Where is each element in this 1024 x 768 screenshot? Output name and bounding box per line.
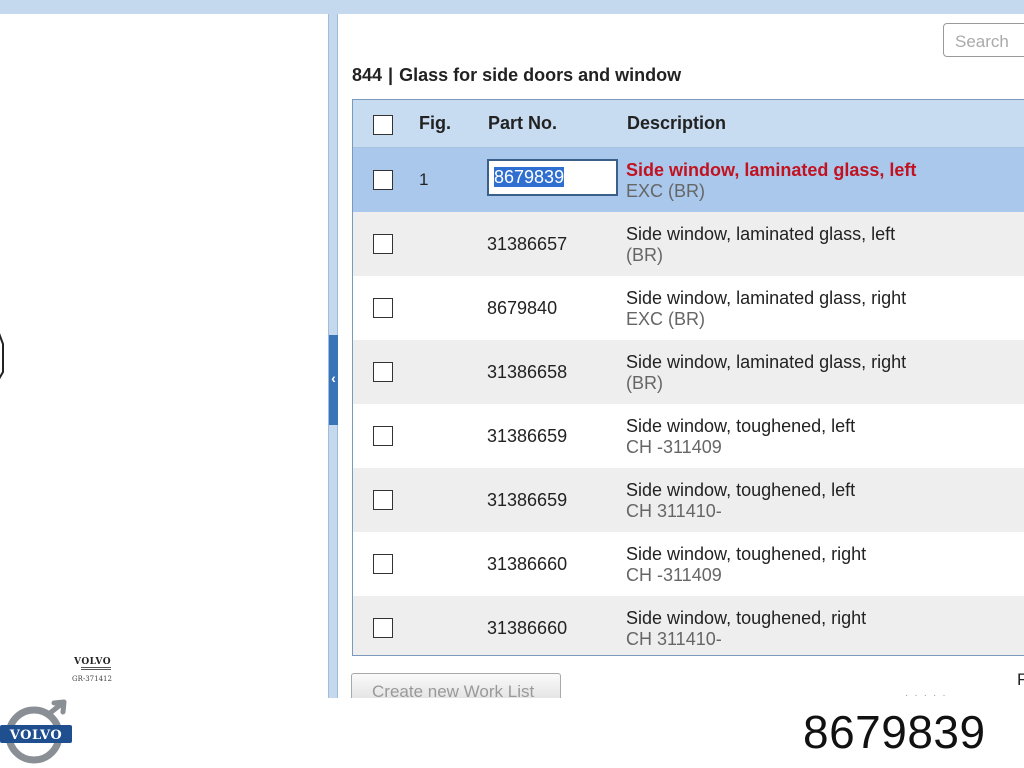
description-note: CH 311410- bbox=[626, 501, 722, 521]
selected-part-number: 8679839 bbox=[494, 167, 565, 187]
svg-text:VOLVO: VOLVO bbox=[9, 728, 62, 743]
description-text: Side window, toughened, left bbox=[626, 416, 856, 436]
row-checkbox[interactable] bbox=[373, 170, 393, 190]
part-number[interactable]: 31386659 bbox=[487, 426, 567, 447]
description-note: CH 311410- bbox=[626, 629, 722, 649]
parts-table: Fig. Part No. Description 1 8679839 Side… bbox=[352, 99, 1024, 656]
description-note: CH -311409 bbox=[626, 565, 722, 585]
diagram-stamp-rule bbox=[81, 667, 111, 670]
diagram-drawing-code: GR-371412 bbox=[72, 675, 112, 683]
table-row[interactable]: 31386657 Side window, laminated glass, l… bbox=[353, 212, 1024, 276]
section-name: Glass for side doors and window bbox=[399, 65, 682, 85]
table-row[interactable]: 31386659 Side window, toughened, left CH… bbox=[353, 468, 1024, 532]
description-text: Side window, toughened, left bbox=[626, 480, 856, 500]
table-row[interactable]: 31386658 Side window, laminated glass, r… bbox=[353, 340, 1024, 404]
column-header-description[interactable]: Description bbox=[627, 113, 726, 134]
description-note: EXC (BR) bbox=[626, 309, 706, 329]
part-description: Side window, laminated glass, right (BR) bbox=[626, 352, 906, 394]
column-header-fig[interactable]: Fig. bbox=[419, 113, 451, 134]
row-checkbox[interactable] bbox=[373, 362, 393, 382]
part-description: Side window, laminated glass, right EXC … bbox=[626, 288, 906, 330]
section-code: 844 bbox=[352, 65, 383, 85]
description-text: Side window, toughened, right bbox=[626, 608, 867, 628]
description-text: Side window, toughened, right bbox=[626, 544, 867, 564]
description-text: Side window, laminated glass, right bbox=[626, 352, 907, 372]
description-text: Side window, laminated glass, right bbox=[626, 288, 907, 308]
table-row[interactable]: 31386659 Side window, toughened, left CH… bbox=[353, 404, 1024, 468]
table-row[interactable]: 31386660 Side window, toughened, right C… bbox=[353, 596, 1024, 655]
description-text: Side window, laminated glass, left bbox=[626, 224, 896, 244]
row-checkbox[interactable] bbox=[373, 618, 393, 638]
table-row[interactable]: 31386660 Side window, toughened, right C… bbox=[353, 532, 1024, 596]
description-note: (BR) bbox=[626, 245, 663, 265]
collapse-panel-button[interactable]: ‹ bbox=[329, 335, 338, 425]
truncated-edge-text: F bbox=[1017, 670, 1024, 689]
column-header-part-no[interactable]: Part No. bbox=[488, 113, 557, 134]
part-description: Side window, toughened, left CH -311409 bbox=[626, 416, 855, 458]
diagram-pane bbox=[0, 14, 328, 698]
part-description: Side window, toughened, right CH 311410- bbox=[626, 608, 866, 650]
part-number[interactable]: 31386660 bbox=[487, 554, 567, 575]
row-checkbox[interactable] bbox=[373, 298, 393, 318]
select-all-checkbox[interactable] bbox=[373, 115, 393, 135]
description-note: EXC (BR) bbox=[626, 181, 706, 201]
part-description: Side window, toughened, left CH 311410- bbox=[626, 480, 855, 522]
part-number-caption: 8679839 bbox=[803, 706, 986, 758]
section-title: 844 | Glass for side doors and window bbox=[352, 65, 681, 86]
fig-number: 1 bbox=[419, 170, 429, 189]
part-description: Side window, laminated glass, left EXC (… bbox=[626, 160, 916, 202]
part-description: Side window, laminated glass, left (BR) bbox=[626, 224, 895, 266]
row-checkbox[interactable] bbox=[373, 490, 393, 510]
part-number[interactable]: 31386657 bbox=[487, 234, 567, 255]
table-row[interactable]: 1 8679839 Side window, laminated glass, … bbox=[353, 148, 1024, 212]
part-number[interactable]: 8679840 bbox=[487, 298, 557, 319]
description-note: CH -311409 bbox=[626, 437, 722, 457]
table-header: Fig. Part No. Description bbox=[353, 100, 1024, 148]
search-input[interactable]: Search bbox=[943, 23, 1024, 57]
part-number[interactable]: 31386658 bbox=[487, 362, 567, 383]
title-separator: | bbox=[388, 65, 394, 85]
row-checkbox[interactable] bbox=[373, 234, 393, 254]
part-description: Side window, toughened, right CH -311409 bbox=[626, 544, 866, 586]
volvo-logo-icon: VOLVO bbox=[0, 699, 72, 764]
part-number[interactable]: 31386659 bbox=[487, 490, 567, 511]
chevron-left-icon: ‹ bbox=[331, 370, 336, 386]
description-note: (BR) bbox=[626, 373, 663, 393]
row-checkbox[interactable] bbox=[373, 554, 393, 574]
row-checkbox[interactable] bbox=[373, 426, 393, 446]
diagram-brand-stamp: VOLVO bbox=[74, 657, 112, 667]
top-toolbar-strip bbox=[0, 0, 1024, 14]
part-number-field[interactable]: 8679839 bbox=[487, 159, 618, 196]
part-number[interactable]: 31386660 bbox=[487, 618, 567, 639]
table-row[interactable]: 8679840 Side window, laminated glass, ri… bbox=[353, 276, 1024, 340]
diagram-outline-fragment bbox=[0, 333, 4, 380]
description-text: Side window, laminated glass, left bbox=[626, 160, 917, 180]
